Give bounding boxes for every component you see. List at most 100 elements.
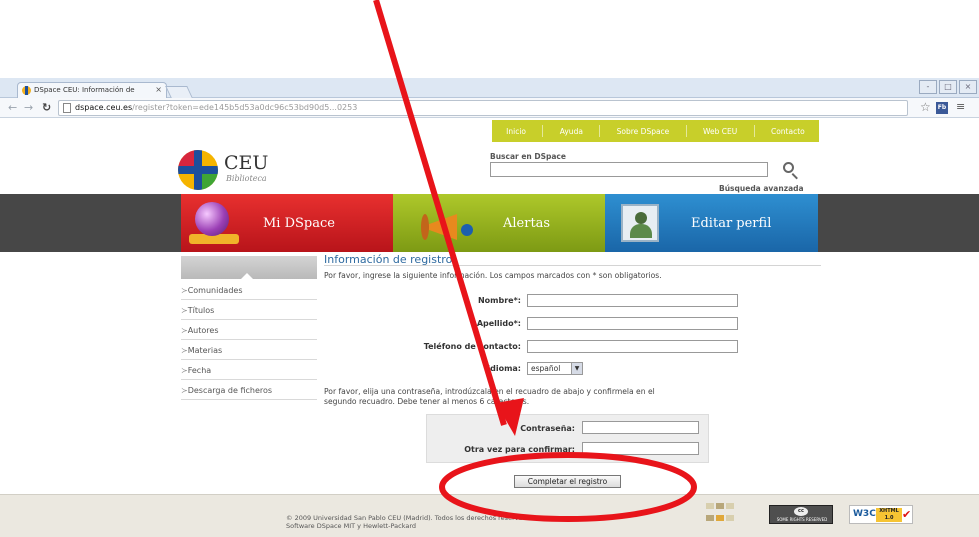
idioma-value: español [531,364,561,373]
password-instructions: Por favor, elija una contraseña, introdú… [324,387,655,396]
footer-copyright: © 2009 Universidad San Pablo CEU (Madrid… [286,514,535,522]
dspace-logo-block [706,503,714,509]
topnav-divider [685,125,687,137]
password-label: Contraseña: [520,424,575,433]
sidebar-item-label: Descarga de ficheros [187,386,273,395]
search-icon [783,162,794,173]
url-path: /register?token=ede145b5d53a0dc96c53bd90… [132,103,358,112]
password-confirm-field[interactable] [582,442,699,455]
complete-registration-button[interactable]: Completar el registro [514,475,621,488]
chevron-right-icon: ≻ [181,366,188,375]
idioma-select[interactable]: español ▼ [527,362,583,375]
chevron-right-icon: ≻ [181,286,188,295]
maximize-button[interactable]: □ [939,80,957,94]
topnav-sobre-dspace[interactable]: Sobre DSpace [617,127,670,136]
sidebar-item-autores[interactable]: ≻Autores [181,322,317,340]
sidebar-item-comunidades[interactable]: ≻Comunidades [181,282,317,300]
banner-editar-perfil[interactable]: Editar perfil [605,194,818,252]
chevron-right-icon: ≻ [181,326,188,335]
sidebar-item-descarga[interactable]: ≻Descarga de ficheros [181,382,317,400]
creative-commons-badge[interactable]: cc SOME RIGHTS RESERVED [769,505,833,524]
extension-icon[interactable]: Fb [936,102,948,114]
brand-subtitle: Biblioteca [226,174,267,183]
screenshot: DSpace CEU: Información de × - □ × ← → ↻… [0,0,979,537]
forward-arrow-icon[interactable]: → [24,100,33,116]
idioma-label: Idioma: [487,364,521,373]
sidebar-item-titulos[interactable]: ≻Títulos [181,302,317,320]
profile-head [635,212,647,224]
dspace-logo-block [726,503,734,509]
chevron-right-icon: ≻ [181,346,188,355]
browser-menu-icon[interactable]: ≡ [956,100,965,113]
dspace-logo-block [706,515,714,521]
close-window-button[interactable]: × [959,80,977,94]
banner-label: Alertas [503,216,551,231]
brand-name: CEU [224,152,269,174]
reload-icon[interactable]: ↻ [42,100,51,116]
footer-software: Software DSpace MIT y Hewlett-Packard [286,522,417,530]
tab-close-icon[interactable]: × [155,83,162,97]
telefono-field[interactable] [527,340,738,353]
minimize-button[interactable]: - [919,80,937,94]
password-confirm-label: Otra vez para confirmar: [464,445,575,454]
page-icon [63,103,71,113]
sidebar-notch [241,273,253,279]
banner-mi-dspace[interactable]: Mi DSpace [181,194,393,252]
new-tab-button[interactable] [165,86,193,98]
topnav-contacto[interactable]: Contacto [771,127,805,136]
megaphone-icon [421,214,473,240]
chevron-right-icon: ≻ [181,306,188,315]
url-host: dspace.ceu.es [75,103,133,112]
w3c-logo: W3C [853,509,876,519]
sidebar-item-label: Autores [187,326,219,335]
dspace-logo-icon[interactable] [706,503,734,525]
nombre-label: Nombre*: [477,296,521,305]
checkmark-icon: ✔ [902,508,912,521]
w3c-xhtml-badge[interactable]: W3C XHTML 1.0 ✔ [849,505,913,524]
topnav-web-ceu[interactable]: Web CEU [703,127,737,136]
sidebar-header [181,256,317,279]
back-arrow-icon[interactable]: ← [8,100,17,116]
sidebar-item-label: Comunidades [187,286,243,295]
apellido-label: Apellido*: [476,319,521,328]
topnav-divider [599,125,601,137]
sidebar-item-label: Fecha [187,366,212,375]
bookmark-star-icon[interactable]: ☆ [920,100,931,114]
title-divider [324,265,821,266]
apellido-field[interactable] [527,317,738,330]
search-icon-handle [791,173,798,180]
sidebar-item-fecha[interactable]: ≻Fecha [181,362,317,380]
profile-body [630,224,652,238]
topnav-ayuda[interactable]: Ayuda [560,127,583,136]
search-label: Buscar en DSpace [490,152,566,161]
password-instructions-line2: segundo recuadro. Debe tener al menos 6 … [324,397,530,406]
browser-toolbar: ← → ↻ dspace.ceu.es/register?token=ede14… [0,98,979,118]
banner-label: Editar perfil [691,216,772,231]
dspace-logo-block [716,515,724,521]
dspace-logo-block [726,515,734,521]
globe-icon [195,202,229,236]
search-input[interactable] [490,162,768,177]
ceu-logo-icon[interactable] [178,150,218,190]
form-intro: Por favor, ingrese la siguiente informac… [324,271,662,280]
topnav-divider [542,125,544,137]
cc-text: SOME RIGHTS RESERVED [776,517,828,522]
sidebar-item-label: Materias [187,346,223,355]
address-bar[interactable]: dspace.ceu.es/register?token=ede145b5d53… [58,100,908,116]
logo-cross-horizontal [178,166,218,174]
nombre-field[interactable] [527,294,738,307]
tab-title: DSpace CEU: Información de [34,86,135,94]
megaphone-ball [461,224,473,236]
banner-alertas[interactable]: Alertas [393,194,605,252]
sidebar-item-materias[interactable]: ≻Materias [181,342,317,360]
cc-icon: cc [794,507,808,516]
advanced-search-link[interactable]: Búsqueda avanzada [719,184,804,193]
ceu-favicon-icon [22,86,31,95]
banner-label: Mi DSpace [263,216,335,231]
top-navigation: Inicio Ayuda Sobre DSpace Web CEU Contac… [492,120,819,142]
search-button[interactable] [780,160,802,182]
topnav-inicio[interactable]: Inicio [506,127,526,136]
chevron-down-icon: ▼ [571,363,582,374]
password-field[interactable] [582,421,699,434]
browser-tab[interactable]: DSpace CEU: Información de × [17,82,167,98]
